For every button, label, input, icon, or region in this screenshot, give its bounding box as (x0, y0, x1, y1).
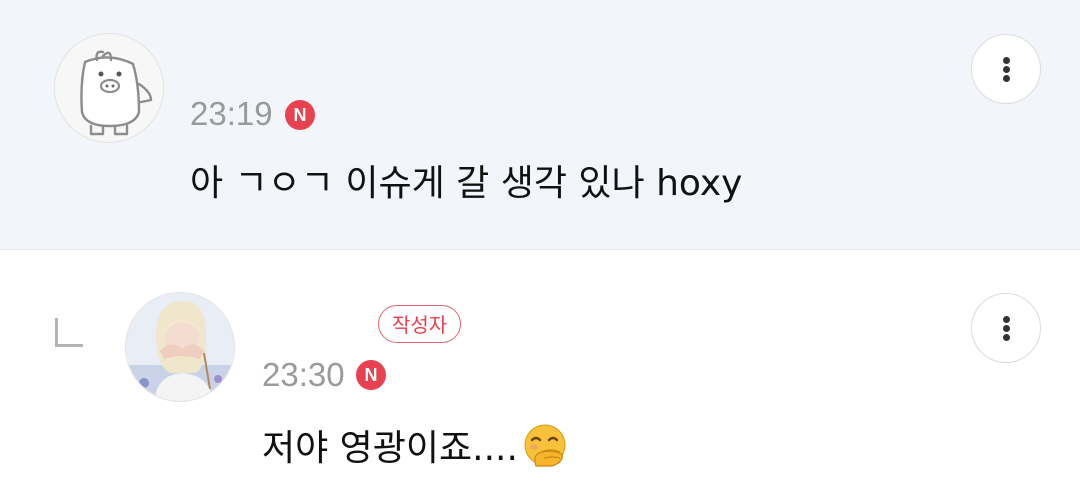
profile-photo (126, 293, 234, 401)
comment-text: 아 ㄱㅇㄱ 이슈게 갈 생각 있나 hoxy (190, 163, 743, 204)
new-badge: N (356, 360, 386, 390)
author-badge: 작성자 (378, 305, 462, 343)
pig-icon (80, 50, 153, 136)
comment-timestamp: 23:19 (190, 95, 273, 132)
comment-item: 23:19 N 아 ㄱㅇㄱ 이슈게 갈 생각 있나 hoxy (0, 0, 1080, 250)
more-options-button[interactable] (971, 34, 1041, 104)
reply-arrow-icon (55, 318, 83, 347)
comment-text: 저야 영광이죠.... (262, 428, 518, 469)
comment-timestamp: 23:30 (262, 356, 345, 393)
avatar[interactable] (125, 292, 235, 402)
reply-comment-item: 작성자 23:30 N 저야 영광이죠.... (0, 250, 1080, 486)
new-badge: N (285, 100, 315, 130)
more-options-button[interactable] (971, 293, 1041, 363)
comment-text-row: 저야 영광이죠.... (262, 422, 568, 470)
face-with-hand-over-mouth-icon (524, 424, 566, 467)
avatar[interactable] (54, 33, 164, 143)
